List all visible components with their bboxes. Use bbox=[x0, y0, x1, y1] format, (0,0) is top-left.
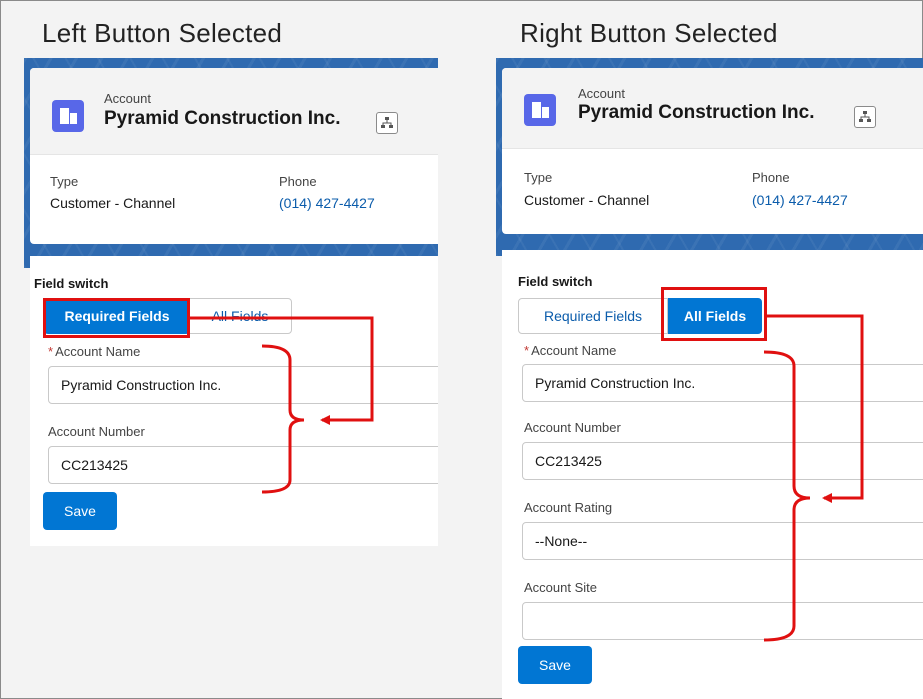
right-caption: Right Button Selected bbox=[520, 18, 778, 48]
all-fields-button[interactable]: All Fields bbox=[188, 298, 292, 334]
phone-label: Phone bbox=[752, 170, 790, 185]
account-name-label: * Account Name bbox=[524, 343, 617, 358]
type-value: Customer - Channel bbox=[50, 195, 176, 211]
left-selection-highlight-box bbox=[43, 298, 190, 338]
account-icon bbox=[524, 94, 556, 126]
phone-link[interactable]: (014) 427-4427 bbox=[279, 195, 375, 211]
hierarchy-button[interactable] bbox=[376, 112, 398, 134]
account-rating-select[interactable]: --None-- bbox=[522, 522, 923, 560]
required-fields-button[interactable]: Required Fields bbox=[518, 298, 668, 334]
account-number-label: Account Number bbox=[48, 424, 145, 439]
record-header-card: Account Pyramid Construction Inc. Type C… bbox=[502, 68, 923, 234]
account-name-input[interactable]: Pyramid Construction Inc. bbox=[48, 366, 438, 404]
account-name-label: * Account Name bbox=[48, 344, 141, 359]
account-site-label: Account Site bbox=[524, 580, 597, 595]
hierarchy-button[interactable] bbox=[854, 106, 876, 128]
field-switch-title: Field switch bbox=[34, 276, 109, 291]
account-number-input[interactable]: CC213425 bbox=[522, 442, 923, 480]
phone-link[interactable]: (014) 427-4427 bbox=[752, 192, 848, 208]
phone-label: Phone bbox=[279, 174, 317, 189]
record-name: Pyramid Construction Inc. bbox=[578, 102, 815, 123]
type-value: Customer - Channel bbox=[524, 192, 650, 208]
object-label: Account bbox=[104, 91, 151, 106]
account-site-input[interactable] bbox=[522, 602, 923, 640]
type-label: Type bbox=[524, 170, 553, 185]
record-name: Pyramid Construction Inc. bbox=[104, 108, 341, 129]
account-rating-label: Account Rating bbox=[524, 500, 613, 515]
hierarchy-icon bbox=[381, 117, 393, 128]
field-switch-title: Field switch bbox=[518, 274, 593, 289]
account-number-label: Account Number bbox=[524, 420, 621, 435]
right-panel: Account Pyramid Construction Inc. Type C… bbox=[496, 58, 923, 699]
record-header-card: Account Pyramid Construction Inc. Type C… bbox=[30, 68, 438, 244]
account-number-input[interactable]: CC213425 bbox=[48, 446, 438, 484]
type-label: Type bbox=[50, 174, 79, 189]
account-name-input[interactable]: Pyramid Construction Inc. bbox=[522, 364, 923, 402]
right-selection-highlight-box bbox=[661, 287, 767, 341]
left-caption: Left Button Selected bbox=[42, 18, 283, 48]
save-button[interactable]: Save bbox=[43, 492, 117, 530]
save-button[interactable]: Save bbox=[518, 646, 592, 684]
object-label: Account bbox=[578, 86, 625, 101]
account-icon bbox=[52, 100, 84, 132]
hierarchy-icon bbox=[859, 111, 871, 122]
